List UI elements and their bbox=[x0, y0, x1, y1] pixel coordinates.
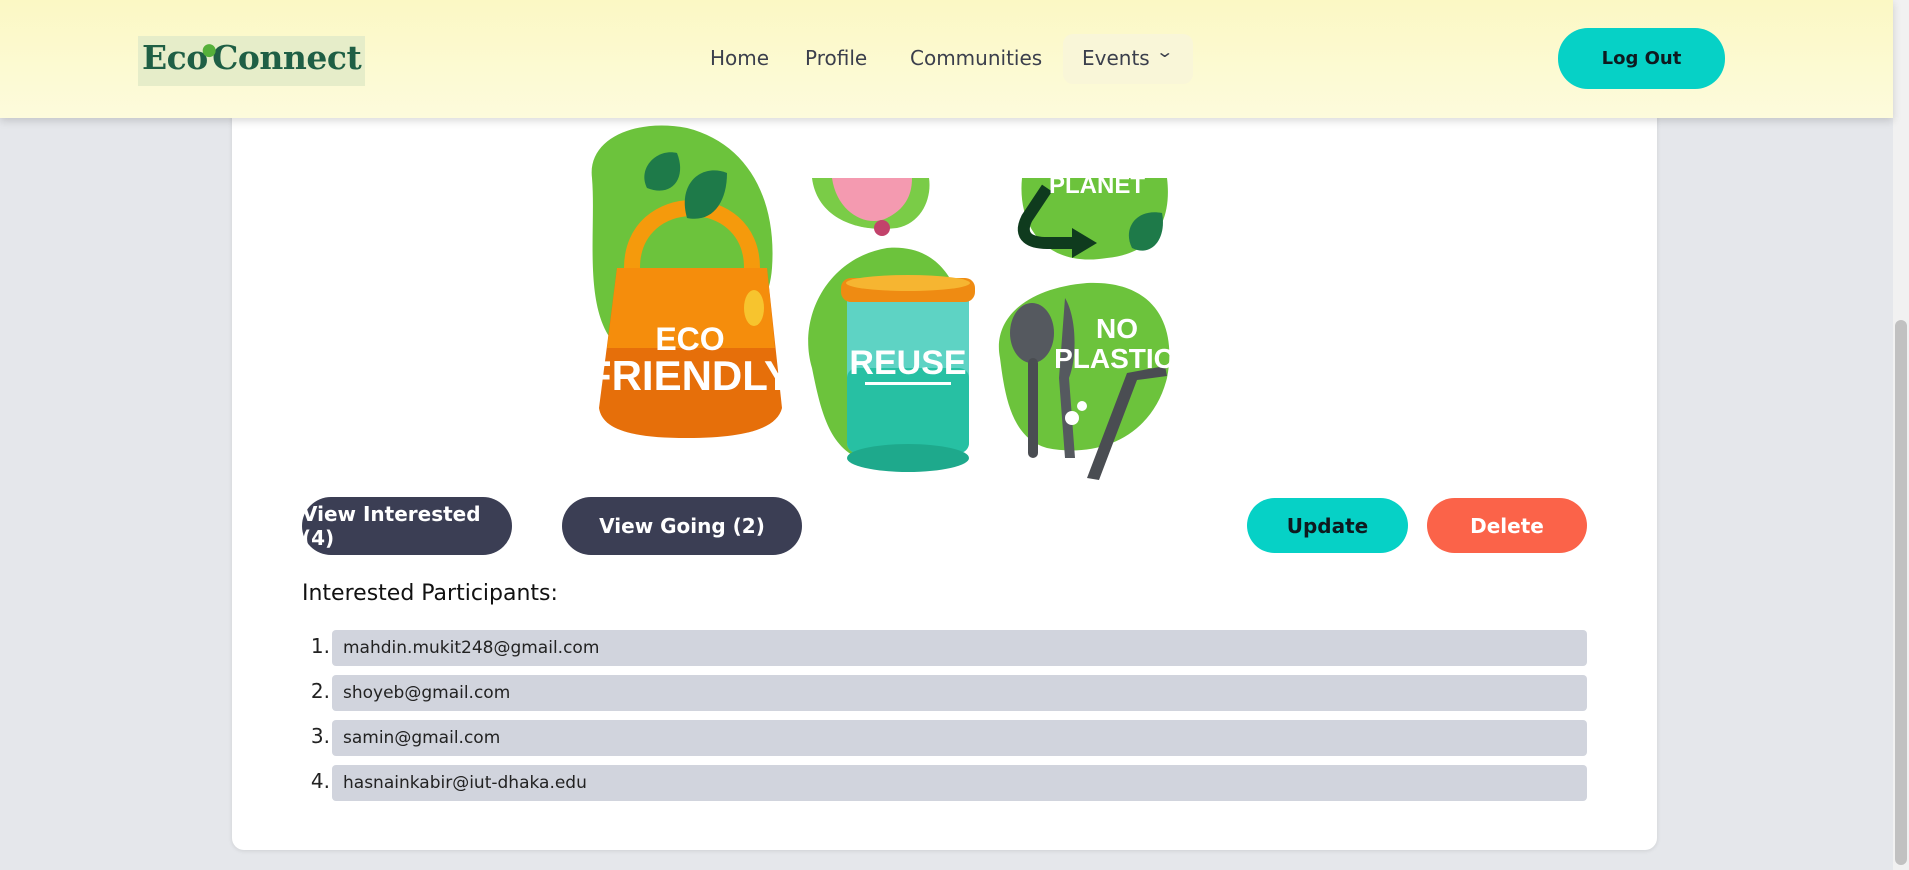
view-going-button[interactable]: View Going (2) bbox=[562, 497, 802, 555]
page-scrollbar[interactable] bbox=[1893, 0, 1909, 870]
update-button[interactable]: Update bbox=[1247, 498, 1408, 553]
participant-email: shoyeb@gmail.com bbox=[332, 675, 1587, 711]
logout-button[interactable]: Log Out bbox=[1558, 28, 1725, 89]
nav-profile[interactable]: Profile bbox=[805, 44, 867, 72]
nav-home[interactable]: Home bbox=[710, 44, 769, 72]
nav-events-label: Events bbox=[1082, 46, 1150, 70]
scrollbar-thumb[interactable] bbox=[1895, 320, 1907, 865]
list-item-number: 1. bbox=[310, 634, 330, 658]
view-interested-button[interactable]: View Interested (4) bbox=[302, 497, 512, 555]
top-navbar: Eco●Connect Home Profile Communities Eve… bbox=[0, 0, 1893, 118]
nav-communities[interactable]: Communities bbox=[910, 44, 1042, 72]
event-detail-card: ECO FRIENDLY REUSE PLANET NO PLASTIC Vie… bbox=[232, 60, 1657, 850]
nav-events-dropdown[interactable]: Events ⌄ bbox=[1063, 34, 1193, 84]
list-item: 1. mahdin.mukit248@gmail.com bbox=[302, 630, 1587, 666]
sticker-no-text: NO bbox=[1096, 313, 1138, 344]
participant-email: hasnainkabir@iut-dhaka.edu bbox=[332, 765, 1587, 801]
sticker-reuse-text: REUSE bbox=[849, 344, 966, 382]
list-item-number: 2. bbox=[310, 679, 330, 703]
list-item: 2. shoyeb@gmail.com bbox=[302, 675, 1587, 711]
participant-email: mahdin.mukit248@gmail.com bbox=[332, 630, 1587, 666]
list-item-number: 3. bbox=[310, 724, 330, 748]
chevron-down-icon: ⌄ bbox=[1155, 42, 1175, 61]
delete-button[interactable]: Delete bbox=[1427, 498, 1587, 553]
ecoconnect-logo[interactable]: Eco●Connect bbox=[138, 36, 366, 86]
leaf-icon: ● bbox=[201, 40, 217, 60]
interested-participants-heading: Interested Participants: bbox=[302, 581, 558, 606]
sticker-plastic-text: PLASTIC bbox=[1054, 343, 1174, 374]
eco-stickers-illustration: ECO FRIENDLY REUSE PLANET NO PLASTIC bbox=[586, 125, 1174, 480]
logo-text-end: Connect bbox=[212, 38, 362, 77]
list-item: 3. samin@gmail.com bbox=[302, 720, 1587, 756]
sticker-planet-text: PLANET bbox=[1049, 172, 1145, 199]
logo-text-start: Ec bbox=[142, 38, 187, 77]
participant-email: samin@gmail.com bbox=[332, 720, 1587, 756]
list-item: 4. hasnainkabir@iut-dhaka.edu bbox=[302, 765, 1587, 801]
sticker-friendly-text: FRIENDLY bbox=[586, 352, 792, 399]
list-item-number: 4. bbox=[310, 769, 330, 793]
